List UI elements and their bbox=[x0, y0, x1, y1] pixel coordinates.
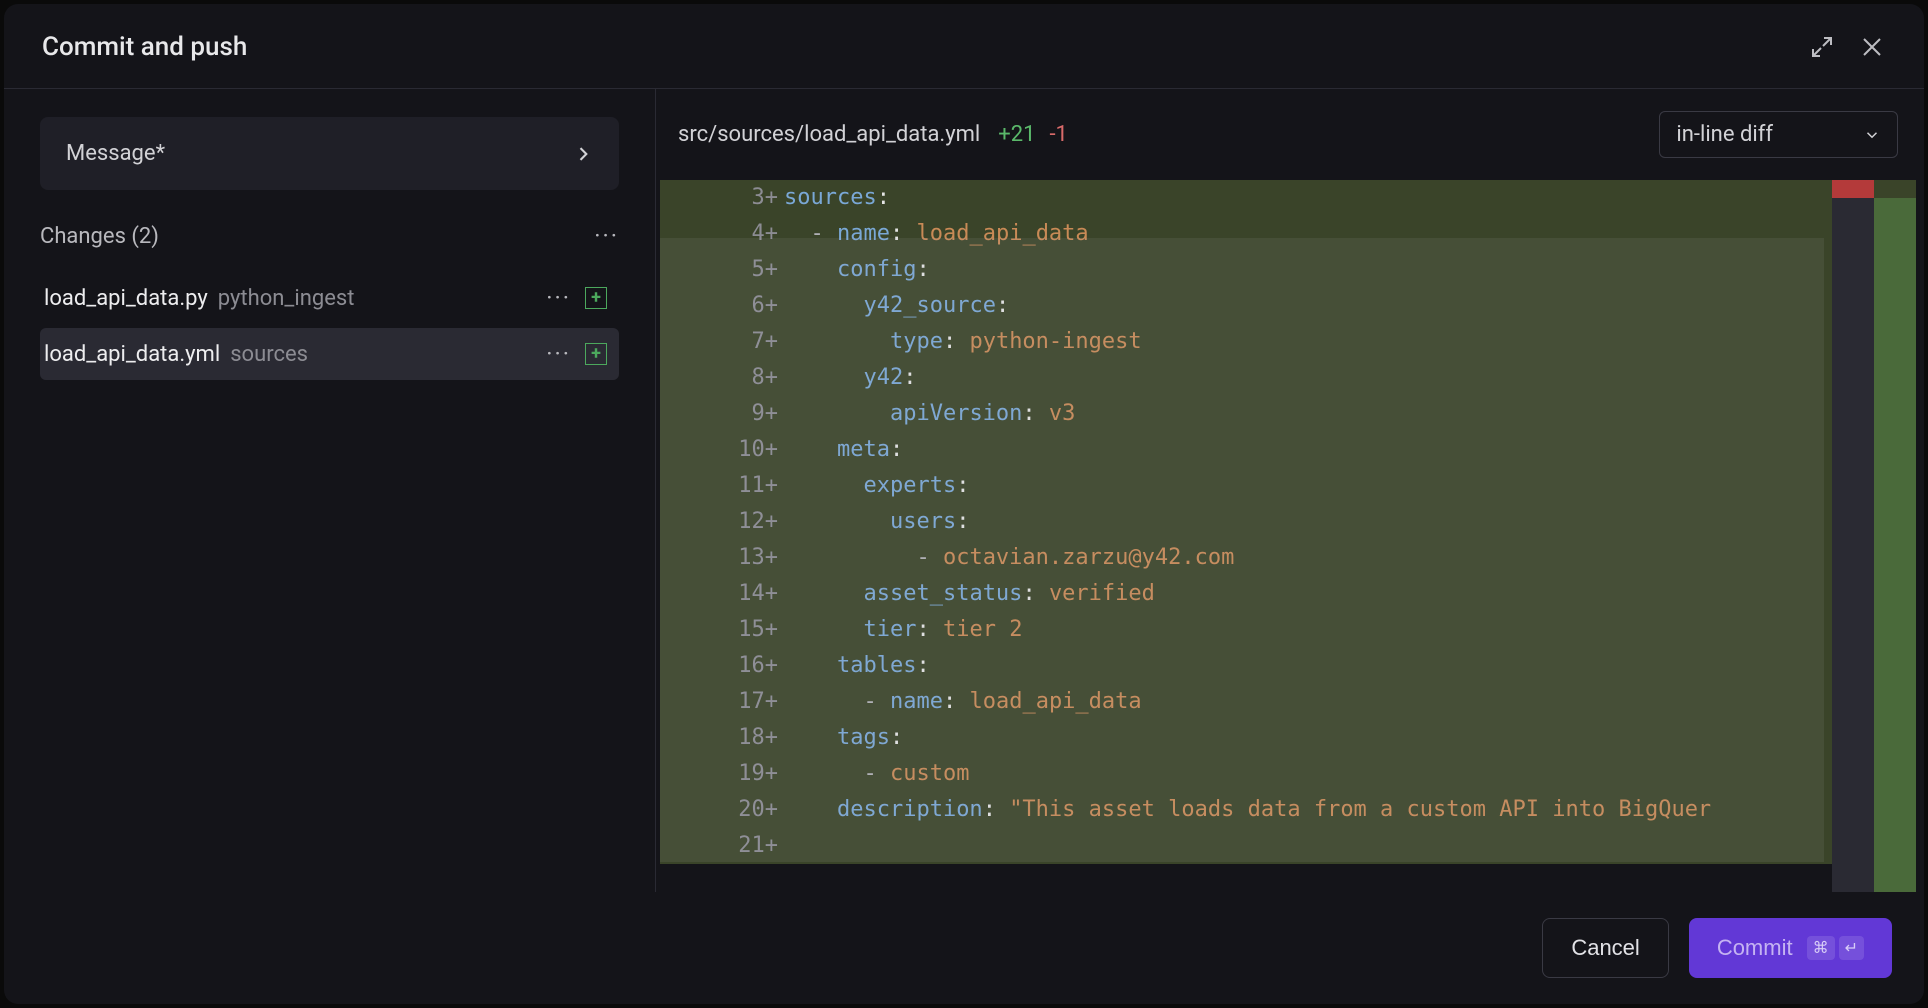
close-icon[interactable] bbox=[1858, 33, 1886, 61]
change-item-folder: python_ingest bbox=[218, 286, 355, 311]
change-item-more-icon[interactable]: ··· bbox=[546, 284, 571, 312]
sidebar: Message* Changes (2) ··· load_api_data.p… bbox=[4, 89, 656, 892]
chevron-right-icon bbox=[573, 144, 593, 164]
change-item-python[interactable]: load_api_data.py python_ingest ··· + bbox=[40, 272, 619, 324]
change-item-folder: sources bbox=[230, 342, 308, 367]
diff-panel: src/sources/load_api_data.yml +21 -1 in-… bbox=[656, 89, 1924, 892]
dialog-header: Commit and push bbox=[4, 4, 1924, 89]
diff-view[interactable]: 3+sources:4+ - name: load_api_data5+ con… bbox=[660, 180, 1916, 892]
cancel-button[interactable]: Cancel bbox=[1542, 918, 1668, 978]
commit-message-label: Message* bbox=[66, 141, 165, 166]
changes-more-icon[interactable]: ··· bbox=[594, 222, 619, 250]
minimap-addition-marker bbox=[1874, 198, 1916, 892]
dialog-footer: Cancel Commit ⌘ ↵ bbox=[4, 892, 1924, 1004]
commit-button-label: Commit bbox=[1717, 935, 1793, 961]
minimap-viewport[interactable] bbox=[660, 238, 1824, 862]
header-actions bbox=[1808, 33, 1886, 61]
dialog-title: Commit and push bbox=[42, 32, 247, 62]
commit-button[interactable]: Commit ⌘ ↵ bbox=[1689, 918, 1892, 978]
commit-shortcut: ⌘ ↵ bbox=[1807, 936, 1864, 960]
diff-deletions: -1 bbox=[1049, 122, 1067, 147]
minimap[interactable] bbox=[1832, 180, 1916, 892]
change-item-more-icon[interactable]: ··· bbox=[546, 340, 571, 368]
commit-message-input[interactable]: Message* bbox=[40, 117, 619, 190]
diff-header: src/sources/load_api_data.yml +21 -1 in-… bbox=[656, 89, 1924, 180]
diff-mode-select[interactable]: in-line diff bbox=[1659, 111, 1898, 158]
commit-push-dialog: Commit and push Message* Changes (2) ···… bbox=[4, 4, 1924, 1004]
changes-header: Changes (2) ··· bbox=[40, 222, 619, 250]
diff-code: sources: bbox=[784, 180, 1916, 216]
kbd-enter-icon: ↵ bbox=[1839, 936, 1864, 960]
diff-line: 3+sources: bbox=[660, 180, 1916, 216]
cancel-button-label: Cancel bbox=[1571, 935, 1639, 961]
diff-mode-label: in-line diff bbox=[1676, 122, 1773, 147]
change-item-name: load_api_data.py bbox=[44, 286, 208, 311]
chevron-down-icon bbox=[1863, 126, 1881, 144]
kbd-cmd-icon: ⌘ bbox=[1807, 936, 1835, 960]
dialog-body: Message* Changes (2) ··· load_api_data.p… bbox=[4, 89, 1924, 892]
expand-icon[interactable] bbox=[1808, 33, 1836, 61]
diff-file-info: src/sources/load_api_data.yml +21 -1 bbox=[678, 122, 1068, 147]
change-item-name: load_api_data.yml bbox=[44, 342, 220, 367]
added-status-icon: + bbox=[585, 343, 607, 365]
added-status-icon: + bbox=[585, 287, 607, 309]
diff-file-path: src/sources/load_api_data.yml bbox=[678, 122, 980, 147]
diff-additions: +21 bbox=[998, 122, 1035, 147]
change-list: load_api_data.py python_ingest ··· + loa… bbox=[40, 272, 619, 380]
change-item-yml[interactable]: load_api_data.yml sources ··· + bbox=[40, 328, 619, 380]
diff-gutter: 3+ bbox=[660, 180, 784, 216]
minimap-deletion-marker bbox=[1832, 180, 1874, 198]
changes-count-label: Changes (2) bbox=[40, 224, 159, 249]
